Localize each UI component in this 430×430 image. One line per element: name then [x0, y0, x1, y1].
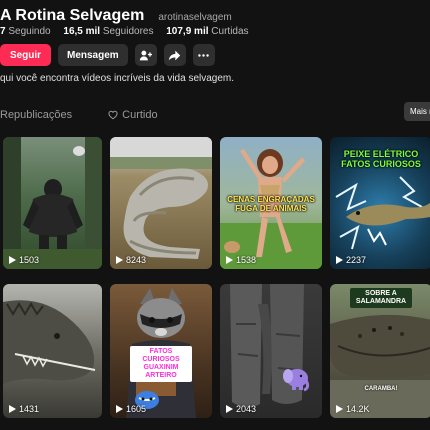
crocodile-image: [3, 300, 96, 384]
elephant-sticker-icon: [283, 369, 310, 392]
profile-bio: qui você encontra vídeos incríveis da vi…: [0, 73, 235, 84]
video-subcaption: CARAMBA!: [364, 386, 398, 392]
profile-handle: arotinaselvagem: [158, 12, 232, 23]
caption-line-1: CENAS ENGRAÇADAS: [227, 195, 315, 204]
share-button[interactable]: [163, 44, 186, 66]
profile-title: A Rotina Selvagem: [0, 7, 145, 24]
more-options-button[interactable]: [192, 44, 215, 66]
followers-count: 16,5 mil: [63, 26, 101, 37]
add-friend-button[interactable]: [134, 44, 157, 66]
share-icon: [169, 50, 181, 60]
elephant-image: [230, 284, 304, 408]
followers-stat[interactable]: 16,5 mil Seguidores: [63, 26, 153, 37]
sort-button[interactable]: Mais re: [404, 102, 430, 121]
play-icon: [9, 256, 16, 264]
video-thumbnail[interactable]: 8243: [110, 137, 212, 269]
profile-header: A Rotina Selvagem arotinaselvagem: [0, 7, 232, 27]
caption-line-2: FATOS CURIOSOS: [341, 159, 421, 170]
following-count: 7: [0, 26, 6, 37]
followers-label: Seguidores: [102, 26, 154, 37]
view-count: 14.2K: [336, 404, 370, 414]
view-count: 1503: [9, 255, 39, 265]
caption-line-1: PEIXE ELÉTRICO: [343, 149, 419, 159]
tab-curtido[interactable]: Curtido: [108, 108, 158, 122]
view-count-label: 1503: [19, 255, 40, 265]
view-count-label: 2237: [346, 255, 367, 265]
likes-stat: 107,9 mil Curtidas: [166, 26, 248, 37]
caption-line-3: ARTEIRO: [145, 372, 177, 380]
video-thumbnail[interactable]: CENAS ENGRAÇADAS FUGA DE ANIMAIS 1538: [220, 137, 322, 269]
profile-actions: Seguir Mensagem: [0, 44, 215, 66]
caption-line-1: FATOS CURIOSOS: [142, 348, 180, 364]
video-caption: CENAS ENGRAÇADAS FUGA DE ANIMAIS: [224, 195, 318, 213]
video-thumbnail[interactable]: 2043: [220, 284, 322, 418]
video-caption: FATOS CURIOSOS GUAXINIM ARTEIRO: [130, 346, 192, 383]
tab-label: Republicações: [0, 109, 73, 121]
view-count: 2043: [226, 404, 256, 414]
caption-line-2: SALAMANDRA: [355, 298, 407, 306]
view-count-label: 14.2K: [346, 404, 370, 414]
view-count: 1538: [226, 255, 256, 265]
message-button[interactable]: Mensagem: [58, 44, 128, 66]
video-thumbnail[interactable]: SOBRE A SALAMANDRA CARAMBA! 14.2K: [330, 284, 430, 418]
video-thumbnail[interactable]: FATOS CURIOSOS GUAXINIM ARTEIRO 1605: [110, 284, 212, 418]
view-count-label: 8243: [126, 255, 147, 265]
profile-stats: 7 Seguindo 16,5 mil Seguidores 107,9 mil…: [0, 26, 249, 37]
video-caption: SOBRE A SALAMANDRA: [350, 288, 412, 309]
following-stat[interactable]: 7 Seguindo: [0, 26, 51, 37]
caption-line-2: FUGA DE ANIMAIS: [235, 204, 307, 214]
following-label: Seguindo: [8, 26, 51, 37]
view-count-label: 1431: [19, 404, 40, 414]
follow-button[interactable]: Seguir: [0, 44, 51, 66]
tab-label: Curtido: [122, 109, 158, 121]
more-icon: [198, 53, 209, 57]
view-count: 8243: [116, 255, 146, 265]
heart-outline-icon: [108, 110, 118, 120]
video-thumbnail[interactable]: 1503: [3, 137, 102, 269]
view-count-label: 1538: [236, 255, 257, 265]
profile-tabs: Republicações Curtido: [0, 108, 158, 122]
view-count: 2237: [336, 255, 366, 265]
view-count: 1605: [116, 404, 146, 414]
tab-republicacoes[interactable]: Republicações: [0, 108, 72, 122]
caption-line-2: GUAXINIM: [143, 364, 179, 372]
view-count-label: 2043: [236, 404, 257, 414]
play-icon: [336, 405, 343, 413]
video-caption: PEIXE ELÉTRICO FATOS CURIOSOS: [334, 149, 428, 170]
caption-line-1: SOBRE A: [365, 290, 397, 297]
play-icon: [9, 405, 16, 413]
view-count: 1431: [9, 404, 39, 414]
video-thumbnail[interactable]: PEIXE ELÉTRICO FATOS CURIOSOS 2237: [330, 137, 430, 269]
likes-label: Curtidas: [211, 26, 249, 37]
play-icon: [116, 405, 123, 413]
play-icon: [226, 405, 233, 413]
play-icon: [116, 256, 123, 264]
view-count-label: 1605: [126, 404, 147, 414]
video-thumbnail[interactable]: 1431: [3, 284, 102, 418]
likes-count: 107,9 mil: [166, 26, 209, 37]
gorilla-image: [3, 137, 102, 269]
profile-page: A Rotina Selvagem arotinaselvagem 7 Segu…: [0, 0, 430, 430]
add-user-icon: [140, 50, 153, 60]
snake-image: [110, 137, 212, 259]
play-icon: [336, 256, 343, 264]
play-icon: [226, 256, 233, 264]
